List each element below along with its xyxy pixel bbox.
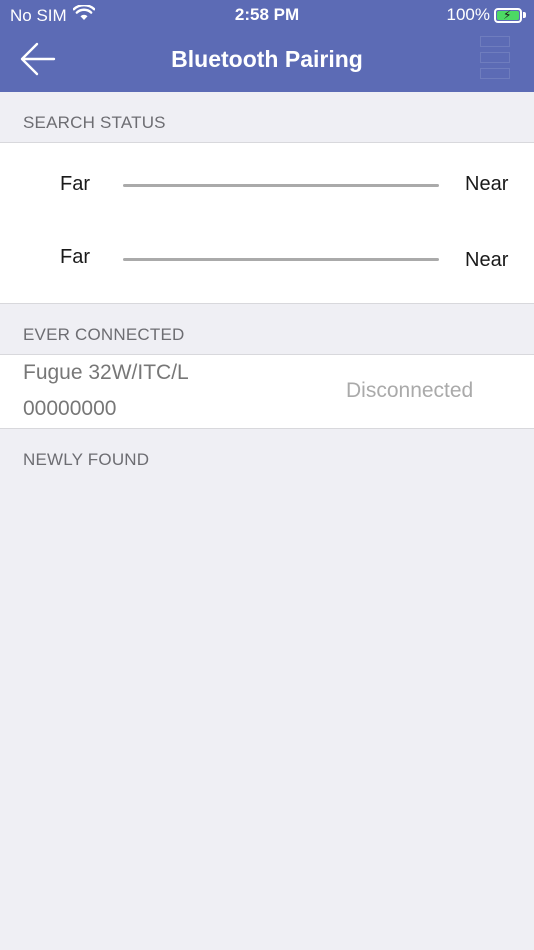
battery-percent: 100%: [446, 5, 490, 24]
device-connection-status: Disconnected: [346, 379, 474, 402]
signal-strength-track: [123, 184, 439, 187]
near-label: Near: [465, 173, 509, 195]
section-label: EVER CONNECTED: [23, 325, 185, 344]
signal-row: Far Near: [0, 171, 534, 211]
section-header-search-status: SEARCH STATUS: [0, 92, 534, 142]
app-header: No SIM 2:58 PM 100% ⚡ Bluetooth Pairing: [0, 0, 534, 92]
navigation-bar: Bluetooth Pairing: [0, 30, 534, 92]
battery-cap: [523, 12, 526, 18]
section-label: SEARCH STATUS: [23, 113, 166, 132]
device-list-item[interactable]: Fugue 32W/ITC/L 00000000 Disconnected: [0, 354, 534, 429]
section-label: NEWLY FOUND: [23, 450, 150, 469]
search-status-card: Far Near Far Near: [0, 142, 534, 304]
battery-icon: ⚡: [494, 7, 522, 23]
status-bar: No SIM 2:58 PM 100% ⚡: [0, 0, 534, 30]
signal-row: Far Near: [0, 244, 534, 284]
charging-bolt-icon: ⚡: [503, 7, 512, 22]
signal-strength-track: [123, 258, 439, 261]
menu-icon: [480, 36, 510, 80]
far-label: Far: [60, 173, 90, 195]
far-label: Far: [60, 246, 90, 268]
status-right: 100% ⚡: [447, 5, 526, 25]
page-title: Bluetooth Pairing: [171, 46, 363, 72]
device-id: 00000000: [23, 397, 117, 420]
section-header-ever-connected: EVER CONNECTED: [0, 304, 534, 354]
section-header-newly-found: NEWLY FOUND: [0, 429, 534, 479]
device-name: Fugue 32W/ITC/L: [23, 361, 189, 384]
near-label: Near: [465, 249, 509, 271]
